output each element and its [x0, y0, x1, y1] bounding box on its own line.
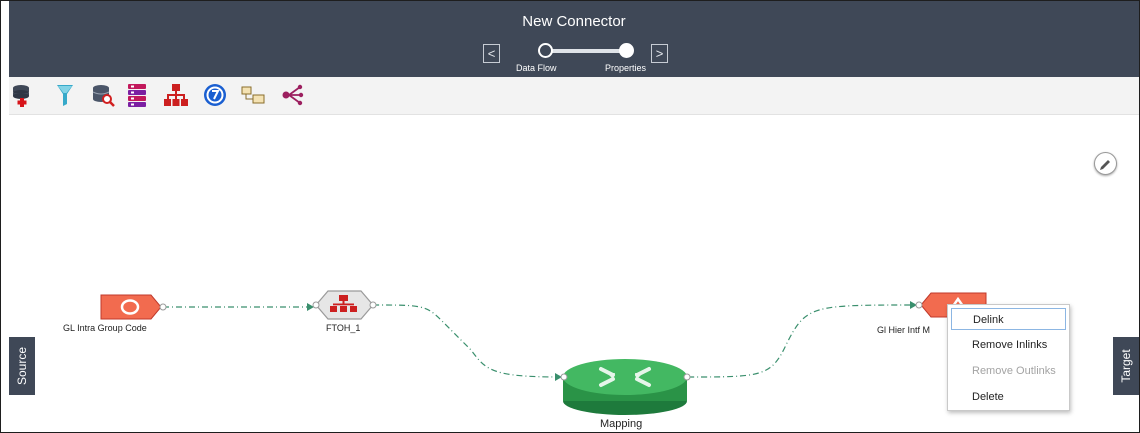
node-label-source: GL Intra Group Code [63, 323, 147, 333]
connector-window: New Connector < Data Flow Properties > G… [0, 0, 1140, 433]
step-properties-marker[interactable] [619, 43, 634, 58]
expression-icon[interactable] [203, 83, 227, 107]
step-data-flow-marker[interactable] [538, 43, 553, 58]
node-label-ftoh: FTOH_1 [326, 323, 361, 333]
target-tab-label: Target [1119, 349, 1133, 383]
menu-item-remove-inlinks[interactable]: Remove Inlinks [951, 334, 1066, 356]
node-mapping[interactable] [560, 359, 691, 415]
filter-icon[interactable] [53, 83, 77, 107]
edit-button[interactable] [1094, 152, 1117, 175]
chevron-left-icon: < [487, 46, 496, 61]
node-hierarchy-ftoh[interactable] [312, 290, 377, 320]
link-mapping-to-target[interactable] [687, 304, 917, 378]
context-menu: Delink Remove Inlinks Remove Outlinks De… [947, 304, 1070, 411]
menu-item-remove-outlinks: Remove Outlinks [972, 365, 1056, 377]
node-label-target: Gl Hier Intf M [877, 325, 931, 335]
table-list-icon[interactable] [125, 83, 149, 107]
step-progress-track [546, 49, 628, 53]
source-panel-tab[interactable]: Source [9, 337, 35, 395]
hierarchy-icon[interactable] [164, 83, 188, 107]
pencil-icon [1100, 160, 1110, 170]
page-title: New Connector [522, 13, 626, 30]
next-step-button[interactable]: > [651, 44, 668, 63]
chevron-right-icon: > [655, 46, 664, 61]
mapping-table-icon[interactable] [241, 83, 265, 107]
menu-item-delete[interactable]: Delete [951, 386, 1066, 408]
step-label-data-flow[interactable]: Data Flow [516, 63, 557, 73]
header-bar: New Connector < Data Flow Properties > [9, 1, 1139, 77]
target-panel-tab[interactable]: Target [1113, 337, 1139, 395]
split-flow-icon[interactable] [280, 83, 304, 107]
node-source-gl-intra-group-code[interactable] [100, 294, 167, 320]
database-search-icon[interactable] [91, 83, 115, 107]
step-label-properties[interactable]: Properties [605, 63, 646, 73]
component-toolbar [9, 77, 1139, 115]
link-ftoh-to-mapping[interactable] [372, 304, 562, 378]
add-source-database-icon[interactable] [11, 83, 35, 107]
node-label-mapping: Mapping [600, 418, 643, 430]
source-tab-label: Source [15, 346, 29, 386]
menu-item-delink[interactable]: Delink [951, 308, 1066, 330]
prev-step-button[interactable]: < [483, 44, 500, 63]
